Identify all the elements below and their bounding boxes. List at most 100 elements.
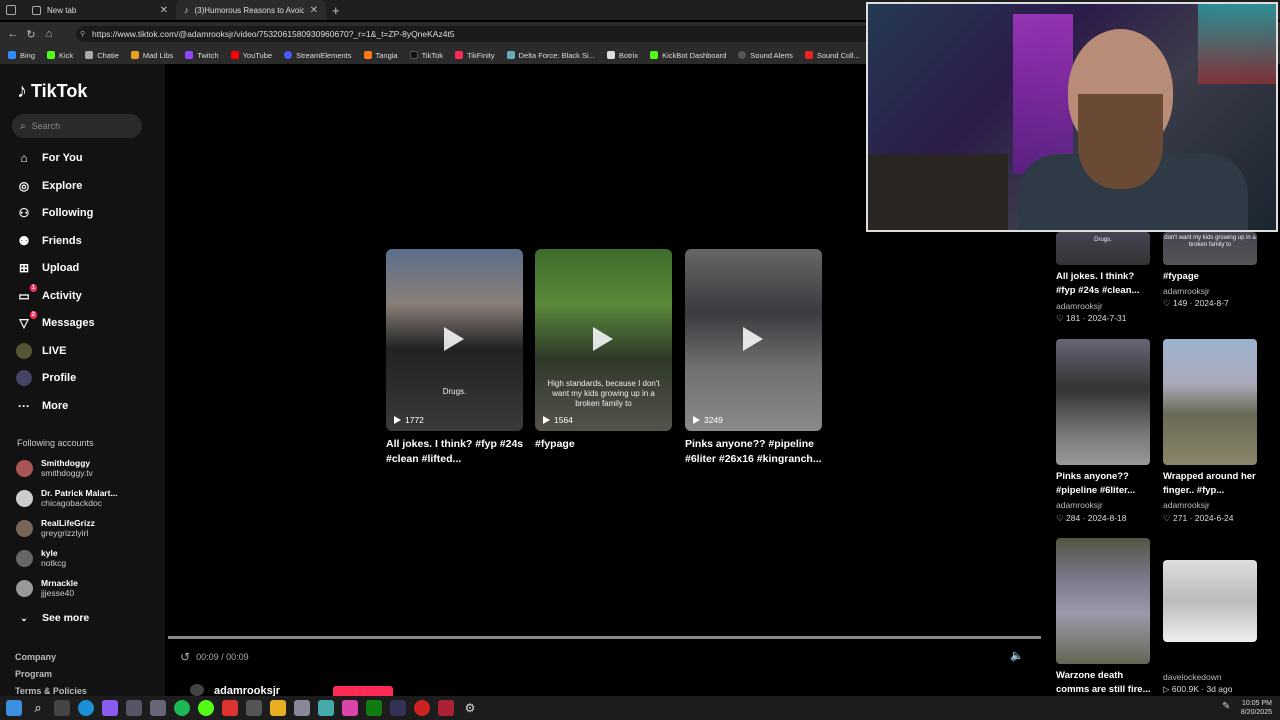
bookmark-item[interactable]: KickBot Dashboard bbox=[650, 51, 726, 60]
bookmark-item[interactable]: Tangia bbox=[363, 51, 398, 60]
tiktok-logo[interactable]: ♪ TikTok bbox=[17, 80, 87, 103]
task-view-icon[interactable] bbox=[54, 700, 70, 716]
related-video-thumb[interactable] bbox=[1056, 538, 1150, 664]
related-author[interactable]: adamrooksjr bbox=[1163, 500, 1210, 510]
bookmark-item[interactable]: Sound Coll... bbox=[804, 51, 860, 60]
account-item[interactable]: Smithdoggy smithdoggy.tv bbox=[16, 458, 93, 478]
footer-terms[interactable]: Terms & Policies bbox=[15, 686, 87, 695]
app-icon[interactable] bbox=[318, 700, 334, 716]
related-caption[interactable]: #fypage bbox=[1163, 270, 1263, 284]
app-icon[interactable] bbox=[342, 700, 358, 716]
home-icon[interactable]: ⌂ bbox=[40, 28, 58, 40]
gear-icon[interactable]: ⚙ bbox=[462, 700, 478, 716]
video-caption[interactable]: All jokes. I think? #fyp #24s #clean #li… bbox=[386, 437, 526, 467]
related-author[interactable]: adamrooksjr bbox=[1163, 286, 1210, 296]
play-icon[interactable] bbox=[593, 327, 613, 351]
bookmark-item[interactable]: Botrix bbox=[606, 51, 638, 60]
see-more-button[interactable]: ⌄ See more bbox=[16, 610, 89, 626]
volume-icon[interactable]: 🔈 bbox=[1010, 649, 1024, 662]
account-item[interactable]: Dr. Patrick Malart... chicagobackdoc bbox=[16, 488, 118, 508]
bookmark-item[interactable]: Bing bbox=[8, 51, 35, 60]
bookmark-item[interactable]: TikTok bbox=[409, 51, 443, 60]
tab-actions-icon[interactable] bbox=[6, 5, 16, 15]
follow-button[interactable] bbox=[333, 686, 393, 696]
folder-icon[interactable] bbox=[270, 700, 286, 716]
nav-following[interactable]: ⚇ Following bbox=[16, 205, 94, 221]
search-input[interactable]: ⌕ Search bbox=[12, 114, 142, 138]
related-video-thumb[interactable] bbox=[1163, 339, 1257, 465]
nav-for-you[interactable]: ⌂ For You bbox=[16, 150, 82, 166]
video-caption[interactable]: Pinks anyone?? #pipeline #6liter #26x16 … bbox=[685, 437, 825, 467]
app-icon[interactable] bbox=[102, 700, 118, 716]
nav-profile[interactable]: Profile bbox=[16, 370, 76, 386]
play-icon[interactable] bbox=[743, 327, 763, 351]
bookmark-item[interactable]: TikFinity bbox=[455, 51, 495, 60]
footer-program[interactable]: Program bbox=[15, 669, 52, 679]
back-arrow-icon[interactable]: ← bbox=[4, 28, 22, 40]
app-icon[interactable] bbox=[150, 700, 166, 716]
video-card[interactable]: High standards, because I don't want my … bbox=[535, 249, 672, 431]
play-icon[interactable] bbox=[444, 327, 464, 351]
footer-company[interactable]: Company bbox=[15, 652, 56, 662]
bookmark-item[interactable]: YouTube bbox=[230, 51, 272, 60]
app-icon[interactable] bbox=[126, 700, 142, 716]
author-name[interactable]: adamrooksjr bbox=[214, 685, 280, 696]
pen-icon[interactable]: ✎ bbox=[1222, 701, 1230, 712]
author-avatar[interactable] bbox=[190, 684, 204, 696]
nav-more[interactable]: ··· More bbox=[16, 398, 68, 414]
related-author[interactable]: davelockedown bbox=[1163, 672, 1222, 682]
nav-live[interactable]: LIVE bbox=[16, 343, 66, 359]
related-caption[interactable]: Wrapped around her finger.. #fyp... bbox=[1163, 470, 1263, 498]
replay-icon[interactable]: ↺ bbox=[180, 650, 190, 664]
nav-messages[interactable]: ▽ 2 Messages bbox=[16, 311, 95, 331]
nav-upload[interactable]: ⊞ Upload bbox=[16, 260, 79, 276]
video-card[interactable]: Drugs. 1772 bbox=[386, 249, 523, 431]
related-author[interactable]: adamrooksjr bbox=[1056, 301, 1103, 311]
account-item[interactable]: kyle notkcg bbox=[16, 548, 66, 568]
tab-new-tab[interactable]: New tab ✕ bbox=[24, 0, 176, 20]
spotify-icon[interactable] bbox=[174, 700, 190, 716]
video-card[interactable]: 3249 bbox=[685, 249, 822, 431]
app-icon[interactable] bbox=[222, 700, 238, 716]
nav-explore[interactable]: ◎ Explore bbox=[16, 178, 83, 194]
bookmark-item[interactable]: Chatie bbox=[85, 51, 119, 60]
refresh-icon[interactable]: ↻ bbox=[22, 28, 40, 41]
close-icon[interactable]: ✕ bbox=[310, 5, 318, 16]
account-item[interactable]: Mrnackle jjjesse40 bbox=[16, 578, 78, 598]
related-caption[interactable]: All jokes. I think? #fyp #24s #clean... bbox=[1056, 270, 1156, 298]
nav-friends[interactable]: ⚉ Friends bbox=[16, 233, 82, 249]
new-tab-plus-icon[interactable]: + bbox=[332, 3, 340, 18]
system-clock[interactable]: 10:05 PM 8/20/2025 bbox=[1241, 699, 1272, 717]
windows-start-icon[interactable] bbox=[6, 700, 22, 716]
bookmark-item[interactable]: Kick bbox=[47, 51, 73, 60]
app-icon[interactable] bbox=[438, 700, 454, 716]
bookmark-item[interactable]: StreamElements bbox=[284, 51, 352, 60]
app-icon[interactable] bbox=[246, 700, 262, 716]
nav-activity[interactable]: ▭ 1 Activity bbox=[16, 284, 82, 304]
search-icon[interactable]: ⌕ bbox=[30, 700, 46, 716]
view-count: 3249 bbox=[693, 415, 723, 425]
related-caption[interactable]: Pinks anyone?? #pipeline #6liter... bbox=[1056, 470, 1156, 498]
bookmark-item[interactable]: Delta Force: Black Si... bbox=[506, 51, 595, 60]
video-caption[interactable]: #fypage bbox=[535, 437, 675, 452]
app-icon[interactable] bbox=[414, 700, 430, 716]
site-info-icon[interactable]: ⚲ bbox=[80, 30, 85, 38]
url-field[interactable]: https://www.tiktok.com/@adamrooksjr/vide… bbox=[76, 26, 936, 42]
related-caption[interactable]: Warzone death comms are still fire... bbox=[1056, 669, 1156, 696]
edge-icon[interactable] bbox=[78, 700, 94, 716]
bookmark-item[interactable]: Sound Alerts bbox=[738, 51, 793, 60]
xbox-icon[interactable] bbox=[366, 700, 382, 716]
account-item[interactable]: RealLifeGrizz greygrizzlyirl bbox=[16, 518, 95, 538]
app-icon[interactable] bbox=[390, 700, 406, 716]
close-icon[interactable]: ✕ bbox=[160, 5, 168, 16]
kick-icon[interactable] bbox=[198, 700, 214, 716]
related-video-thumb[interactable] bbox=[1056, 339, 1150, 465]
related-author[interactable]: adamrooksjr bbox=[1056, 500, 1103, 510]
bookmark-item[interactable]: Twitch bbox=[185, 51, 219, 60]
related-video-thumb[interactable] bbox=[1163, 560, 1257, 642]
related-video-thumb[interactable]: don't want my kids growing up in a broke… bbox=[1163, 232, 1257, 265]
bookmark-item[interactable]: Mad Libs bbox=[130, 51, 173, 60]
related-video-thumb[interactable]: Drugs. bbox=[1056, 232, 1150, 265]
tab-tiktok[interactable]: ♪ (3)Humorous Reasons to Avoid S... ✕ bbox=[176, 0, 326, 20]
app-icon[interactable] bbox=[294, 700, 310, 716]
